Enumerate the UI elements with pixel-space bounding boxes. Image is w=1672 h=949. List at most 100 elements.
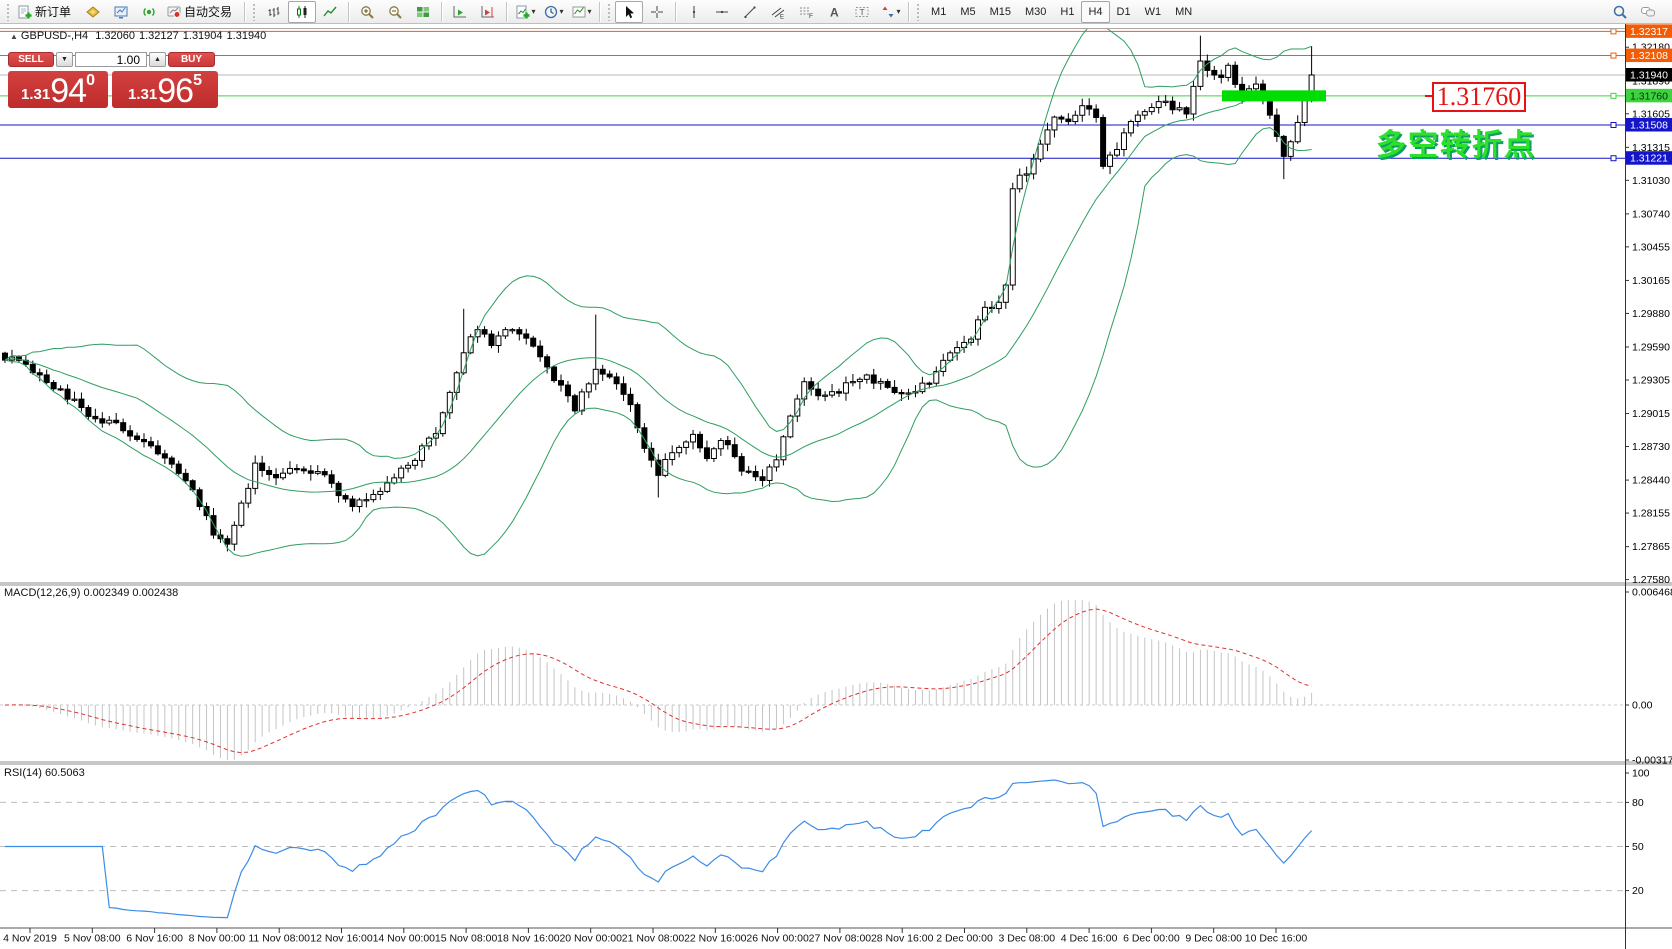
trendline-button[interactable] — [736, 1, 764, 23]
new-order-button[interactable]: 新订单 — [14, 1, 79, 23]
timeframe-m30-button[interactable]: M30 — [1018, 1, 1053, 23]
macd-axis-tick: 0.006468 — [1632, 587, 1672, 599]
horizontal-line-button[interactable] — [708, 1, 736, 23]
periods-icon — [543, 4, 559, 20]
time-label: 2 Dec 00:00 — [936, 933, 993, 945]
symbol-marker-icon: ▲ — [10, 32, 18, 41]
volume-input[interactable] — [75, 52, 147, 67]
timeframe-m15-button[interactable]: M15 — [983, 1, 1018, 23]
sell-price-main: 94 — [50, 74, 86, 108]
time-label: 3 Dec 08:00 — [998, 933, 1055, 945]
toolbar-separator — [675, 2, 676, 22]
search-button[interactable] — [1606, 1, 1634, 23]
toolbar: 新订单自动交易▾▾▾EFAT▾M1M5M15M30H1H4D1W1MN — [0, 0, 1672, 24]
time-label: 4 Dec 16:00 — [1061, 933, 1118, 945]
buy-button[interactable]: BUY — [168, 52, 215, 67]
toolbar-grip — [252, 3, 257, 21]
cursor-icon — [621, 4, 637, 20]
terminal-window-icon — [113, 4, 129, 20]
timeframe-m5-button[interactable]: M5 — [953, 1, 982, 23]
tile-windows-button[interactable] — [409, 1, 437, 23]
periods-button[interactable]: ▾ — [539, 1, 567, 23]
highlight-layer — [1222, 90, 1326, 101]
templates-icon — [571, 4, 587, 20]
volume-decrease-button[interactable]: ▼ — [56, 52, 73, 67]
arrows-icon — [880, 4, 896, 20]
buy-price-prefix: 1.31 — [128, 81, 157, 108]
price-tick: 1.30165 — [1632, 275, 1670, 287]
ohlc-low: 1.31904 — [183, 30, 223, 42]
search-icon — [1612, 4, 1628, 20]
ohlc-close: 1.31940 — [227, 30, 267, 42]
text-button[interactable]: A — [820, 1, 848, 23]
buy-price-sup: 5 — [193, 74, 202, 88]
rsi-axis-tick: 50 — [1632, 841, 1644, 853]
ohlc-open: 1.32060 — [95, 30, 135, 42]
time-label: 10 Dec 16:00 — [1245, 933, 1308, 945]
dropdown-caret-icon: ▾ — [532, 7, 536, 16]
cursor-button[interactable] — [615, 1, 643, 23]
auto-scroll-button[interactable] — [446, 1, 474, 23]
zoom-out-button[interactable] — [381, 1, 409, 23]
sell-price-box[interactable]: 1.31940 — [8, 71, 108, 108]
price-tick: 1.31030 — [1632, 175, 1670, 187]
candles-layer — [3, 36, 1315, 552]
timeframe-h1-button[interactable]: H1 — [1053, 1, 1081, 23]
line-chart-button[interactable] — [316, 1, 344, 23]
timeframe-d1-button[interactable]: D1 — [1110, 1, 1138, 23]
price-tick: 1.30455 — [1632, 241, 1670, 253]
time-label: 5 Nov 08:00 — [64, 933, 121, 945]
timeframe-h4-button[interactable]: H4 — [1081, 1, 1109, 23]
macd-layer — [0, 600, 1625, 760]
mql5-market-button[interactable] — [79, 1, 107, 23]
bar-chart-button[interactable] — [260, 1, 288, 23]
candlestick-chart-button[interactable] — [288, 1, 316, 23]
zoom-in-icon — [359, 4, 375, 20]
equidistant-channel-button[interactable]: E — [764, 1, 792, 23]
time-label: 15 Nov 08:00 — [435, 933, 498, 945]
price-level-flag[interactable]: 1.31760 — [1432, 82, 1526, 112]
price-badge: 1.32317 — [1630, 26, 1668, 38]
vertical-line-icon — [686, 4, 702, 20]
new-order-label: 新订单 — [35, 3, 71, 20]
zoom-in-button[interactable] — [353, 1, 381, 23]
price-tick: 1.30740 — [1632, 208, 1670, 220]
macd-axis-tick: -0.003171 — [1632, 755, 1672, 767]
volume-increase-button[interactable]: ▲ — [149, 52, 166, 67]
buy-price-main: 96 — [157, 74, 193, 108]
timeframe-mn-button[interactable]: MN — [1168, 1, 1199, 23]
text-label-button[interactable]: T — [848, 1, 876, 23]
price-badge: 1.31760 — [1630, 90, 1668, 102]
dropdown-caret-icon: ▾ — [897, 7, 901, 16]
templates-button[interactable]: ▾ — [567, 1, 595, 23]
terminal-window-button[interactable] — [107, 1, 135, 23]
fibonacci-button[interactable]: F — [792, 1, 820, 23]
svg-text:A: A — [830, 5, 839, 19]
auto-trading-icon — [166, 4, 182, 20]
toolbar-separator — [244, 2, 245, 22]
toolbar-separator — [506, 2, 507, 22]
time-label: 18 Nov 16:00 — [497, 933, 560, 945]
vertical-line-button[interactable] — [680, 1, 708, 23]
buy-price-box[interactable]: 1.31965 — [112, 71, 218, 108]
price-tick: 1.29015 — [1632, 408, 1670, 420]
timeframe-m1-button[interactable]: M1 — [924, 1, 953, 23]
svg-text:F: F — [809, 13, 813, 20]
toolbar-grip — [6, 3, 11, 21]
timeframe-w1-button[interactable]: W1 — [1138, 1, 1169, 23]
indicators-button[interactable]: ▾ — [511, 1, 539, 23]
auto-trading-button[interactable]: 自动交易 — [163, 1, 240, 23]
price-tick: 1.28440 — [1632, 475, 1670, 487]
price-tick: 1.28155 — [1632, 508, 1670, 520]
text-label-icon: T — [854, 4, 870, 20]
chat-button[interactable] — [1634, 1, 1662, 23]
time-label: 22 Nov 16:00 — [684, 933, 747, 945]
mt4-window: 新订单自动交易▾▾▾EFAT▾M1M5M15M30H1H4D1W1MN 1.32… — [0, 0, 1672, 949]
chat-icon — [1640, 4, 1656, 20]
signals-button[interactable] — [135, 1, 163, 23]
chart-shift-button[interactable] — [474, 1, 502, 23]
sell-button[interactable]: SELL — [8, 52, 54, 67]
rsi-axis-tick: 20 — [1632, 885, 1644, 897]
arrows-button[interactable]: ▾ — [876, 1, 904, 23]
crosshair-button[interactable] — [643, 1, 671, 23]
